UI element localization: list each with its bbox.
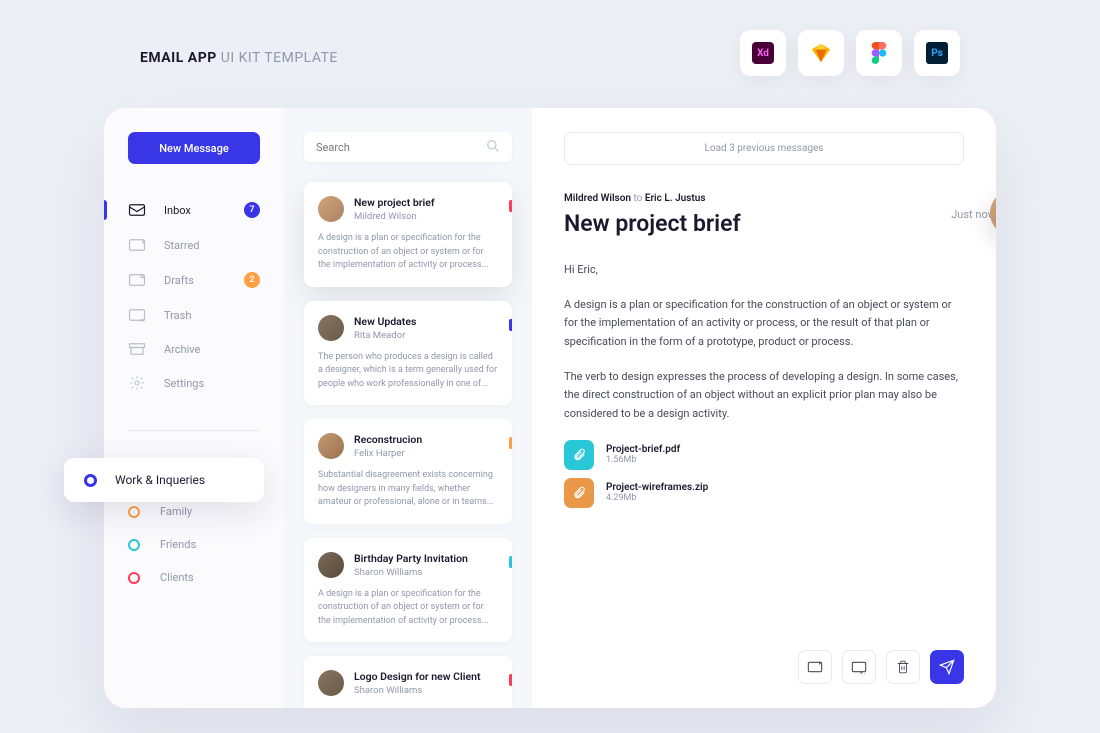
tag-color-icon (128, 506, 140, 518)
card-accent (509, 200, 512, 212)
card-accent (509, 437, 512, 449)
gear-icon (128, 376, 146, 390)
sidebar-divider (128, 430, 260, 431)
tag-clients[interactable]: Clients (104, 561, 284, 594)
page-header: EMAIL APP UI KIT TEMPLATE (140, 50, 338, 66)
tag-work-inqueries[interactable]: Work & Inqueries (64, 458, 264, 502)
xd-icon: Xd (740, 30, 786, 76)
trash-icon (128, 308, 146, 322)
email-preview: Substantial disagreement exists concerni… (318, 469, 498, 510)
avatar (318, 433, 344, 459)
nav-label: Settings (164, 377, 204, 390)
tag-label: Friends (160, 538, 196, 551)
email-sender: Mildred Wilson (354, 211, 435, 222)
card-accent (509, 556, 512, 568)
email-subject: New Updates (354, 315, 416, 328)
email-card[interactable]: New project brief Mildred Wilson A desig… (304, 182, 512, 287)
search-input[interactable] (316, 141, 486, 154)
delete-button[interactable] (886, 650, 920, 684)
tag-label: Family (160, 505, 192, 518)
attachment[interactable]: Project-brief.pdf 1.56Mb (564, 440, 964, 470)
drafts-icon (128, 273, 146, 287)
tag-color-icon (84, 474, 97, 487)
sender-avatar (990, 190, 996, 236)
email-app: New Message Inbox 7 Starred Drafts 2 Tra… (104, 108, 996, 708)
email-subject: Reconstrucion (354, 433, 422, 446)
card-accent (509, 319, 512, 331)
attach-size: 1.56Mb (606, 455, 680, 465)
sidebar-nav: Inbox 7 Starred Drafts 2 Trash Archive (104, 192, 284, 400)
email-subject: New project brief (354, 196, 435, 209)
search-icon (486, 138, 500, 157)
email-subject: Logo Design for new Client (354, 670, 481, 683)
load-previous-button[interactable]: Load 3 previous messages (564, 132, 964, 165)
email-preview: A design is a plan or specification for … (318, 588, 498, 629)
email-sender: Felix Harper (354, 448, 422, 459)
nav-label: Drafts (164, 274, 194, 287)
nav-label: Starred (164, 239, 200, 252)
tag-friends[interactable]: Friends (104, 528, 284, 561)
sketch-icon (798, 30, 844, 76)
content-actions (798, 650, 964, 684)
attach-size: 4.29Mb (606, 493, 708, 503)
figma-icon (856, 30, 902, 76)
card-accent (509, 674, 512, 686)
paperclip-icon (564, 478, 594, 508)
archive-icon (128, 342, 146, 356)
nav-settings[interactable]: Settings (104, 366, 284, 400)
nav-trash[interactable]: Trash (104, 298, 284, 332)
inbox-icon (128, 203, 146, 217)
nav-label: Inbox (164, 204, 191, 217)
email-preview: The person who produces a design is call… (318, 351, 498, 392)
nav-label: Archive (164, 343, 200, 356)
archive-button[interactable] (798, 650, 832, 684)
nav-drafts[interactable]: Drafts 2 (104, 262, 284, 298)
email-card[interactable]: Reconstrucion Felix Harper Substantial d… (304, 419, 512, 524)
avatar (318, 670, 344, 696)
email-sender: Rita Meador (354, 330, 416, 341)
email-card[interactable]: Logo Design for new Client Sharon Willia… (304, 656, 512, 708)
email-list: New project brief Mildred Wilson A desig… (284, 108, 532, 708)
content-subject: New project brief (564, 210, 964, 237)
nav-label: Trash (164, 309, 191, 322)
email-sender: Sharon Williams (354, 567, 468, 578)
search-bar[interactable] (304, 132, 512, 162)
tag-label: Work & Inqueries (115, 473, 205, 487)
tool-icons-row: Xd Ps (740, 30, 960, 76)
nav-starred[interactable]: Starred (104, 228, 284, 262)
attach-name: Project-wireframes.zip (606, 482, 708, 493)
email-subject: Birthday Party Invitation (354, 552, 468, 565)
attach-name: Project-brief.pdf (606, 444, 680, 455)
drafts-badge: 2 (244, 272, 260, 288)
email-meta: Mildred Wilson to Eric L. Justus (564, 193, 964, 204)
nav-inbox[interactable]: Inbox 7 (104, 192, 284, 228)
tag-color-icon (128, 539, 140, 551)
ps-icon: Ps (914, 30, 960, 76)
avatar (318, 552, 344, 578)
star-icon (128, 238, 146, 252)
email-card[interactable]: New Updates Rita Meador The person who p… (304, 301, 512, 406)
avatar (318, 315, 344, 341)
avatar (318, 196, 344, 222)
send-button[interactable] (930, 650, 964, 684)
email-body: Hi Eric, A design is a plan or specifica… (564, 261, 964, 424)
sidebar: New Message Inbox 7 Starred Drafts 2 Tra… (104, 108, 284, 708)
new-message-button[interactable]: New Message (128, 132, 260, 164)
attachment[interactable]: Project-wireframes.zip 4.29Mb (564, 478, 964, 508)
attachments: Project-brief.pdf 1.56Mb Project-wirefra… (564, 440, 964, 508)
nav-archive[interactable]: Archive (104, 332, 284, 366)
email-preview: A design is a plan or specification for … (318, 232, 498, 273)
email-sender: Sharon Williams (354, 685, 481, 696)
reply-button[interactable] (842, 650, 876, 684)
paperclip-icon (564, 440, 594, 470)
inbox-badge: 7 (244, 202, 260, 218)
email-content: Load 3 previous messages Mildred Wilson … (532, 108, 996, 708)
tag-label: Clients (160, 571, 194, 584)
email-card[interactable]: Birthday Party Invitation Sharon William… (304, 538, 512, 643)
tag-color-icon (128, 572, 140, 584)
page-title: EMAIL APP UI KIT TEMPLATE (140, 50, 338, 66)
